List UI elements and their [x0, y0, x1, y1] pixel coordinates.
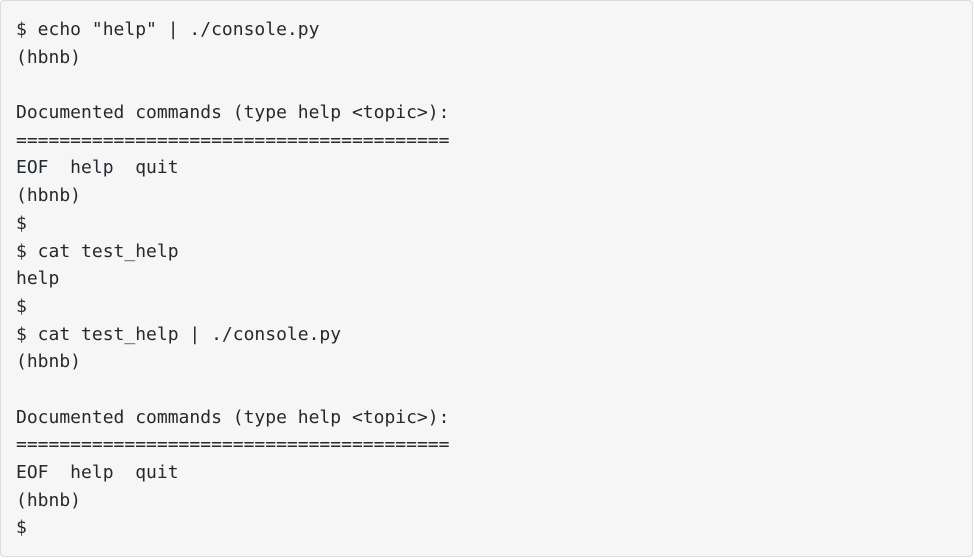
code-block: $ echo "help" | ./console.py (hbnb) Docu… — [0, 0, 973, 557]
output-line: help — [16, 268, 60, 290]
command-line: $ cat test_help | ./console.py — [16, 323, 342, 345]
output-line: EOF help quit — [16, 462, 179, 483]
output-line: Documented commands (type help <topic>): — [16, 406, 450, 428]
output-line: EOF help quit — [16, 157, 179, 179]
shell-prompt-line: $ — [16, 295, 27, 317]
command-line: $ echo "help" | ./console.py — [16, 19, 320, 40]
separator-line: ======================================== — [16, 434, 450, 456]
prompt-line: (hbnb) — [16, 46, 82, 68]
shell-prompt-line: $ — [16, 517, 27, 539]
prompt-line: (hbnb) — [16, 185, 82, 207]
output-line: Documented commands (type help <topic>): — [16, 102, 450, 124]
prompt-line: (hbnb) — [16, 489, 82, 511]
command-line: $ cat test_help — [16, 240, 179, 262]
shell-prompt-line: $ — [16, 212, 27, 234]
separator-line: ======================================== — [16, 129, 450, 151]
prompt-line: (hbnb) — [16, 351, 82, 373]
